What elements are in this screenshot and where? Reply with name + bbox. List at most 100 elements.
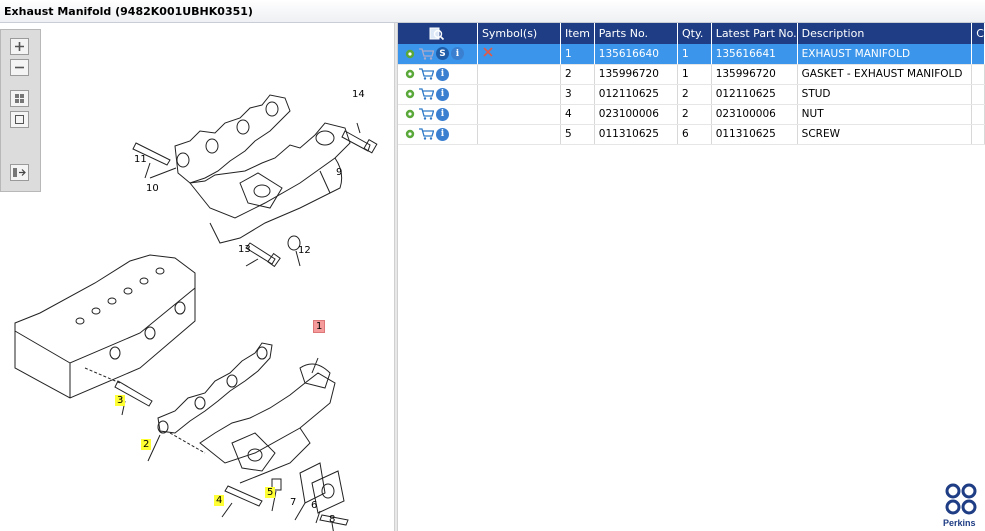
fit-window-button[interactable] [10,111,29,128]
cart-icon[interactable] [418,128,434,140]
latest-part-no-cell: 012110625 [711,84,798,105]
gear-icon[interactable] [404,48,416,60]
symbols-cell [477,44,561,65]
export-list-icon [13,168,26,177]
column-header-symbols[interactable]: Symbol(s) [477,23,561,44]
zoom-in-icon [15,42,24,51]
table-row[interactable]: i 3 012110625 2 012110625 STUD [398,84,985,105]
export-list-button[interactable] [10,164,29,181]
extra-cell [971,84,985,105]
item-cell: 3 [560,84,595,105]
item-cell: 4 [560,104,595,125]
info-icon[interactable]: i [436,67,449,81]
viewer-toolbox [0,29,41,192]
column-header-c[interactable]: C [971,23,985,44]
window-title-bar: Exhaust Manifold (9482K001UBHK0351) [0,0,985,23]
extra-cell [971,64,985,85]
info-icon[interactable]: i [436,127,449,141]
fit-all-icon [15,94,24,103]
row-actions: i [398,104,478,125]
callout-6[interactable]: 6 [311,500,317,511]
latest-part-no-cell: 023100006 [711,104,798,125]
callout-10[interactable]: 10 [146,183,159,194]
callout-13[interactable]: 13 [238,244,251,255]
symbols-cell [477,64,561,85]
table-row[interactable]: S i 1 135616640 1 135616641 EXHAUST MANI… [398,44,985,65]
gear-icon[interactable] [404,88,416,100]
fit-window-icon [15,115,24,124]
callout-5[interactable]: 5 [265,487,276,498]
gear-icon[interactable] [404,108,416,120]
info-icon[interactable]: i [451,47,464,61]
parts-no-cell: 135996720 [594,64,679,85]
qty-cell: 1 [677,44,712,65]
callout-12[interactable]: 12 [298,245,311,256]
callout-11[interactable]: 11 [134,154,147,165]
parts-list-grid: Symbol(s) Item Parts No. Qty. Latest Par… [398,23,985,531]
callout-4[interactable]: 4 [214,495,225,506]
qty-cell: 1 [677,64,712,85]
table-header-row: Symbol(s) Item Parts No. Qty. Latest Par… [398,23,985,44]
info-icon[interactable]: i [436,87,449,101]
column-header-qty[interactable]: Qty. [677,23,712,44]
column-header-latest-part-no[interactable]: Latest Part No. [711,23,798,44]
row-actions: i [398,64,478,85]
zoom-out-button[interactable] [10,59,29,76]
latest-part-no-cell: 011310625 [711,124,798,145]
qty-cell: 2 [677,84,712,105]
parts-table: Symbol(s) Item Parts No. Qty. Latest Par… [398,23,985,145]
item-cell: 5 [560,124,595,145]
item-cell: 1 [560,44,595,65]
callout-1[interactable]: 1 [313,320,326,333]
window-title: Exhaust Manifold (9482K001UBHK0351) [4,5,253,18]
qty-cell: 6 [677,124,712,145]
gear-icon[interactable] [404,68,416,80]
callout-8[interactable]: 8 [329,514,335,525]
description-cell: EXHAUST MANIFOLD [797,44,973,65]
cart-icon[interactable] [418,48,434,60]
parts-no-cell: 023100006 [594,104,679,125]
cart-icon[interactable] [418,68,434,80]
column-header-description[interactable]: Description [797,23,973,44]
latest-part-no-cell: 135616641 [711,44,798,65]
extra-cell [971,44,985,65]
illustration-pane[interactable]: 14 11 10 9 13 12 1 3 2 4 5 7 6 8 [0,23,394,531]
exploded-parts-diagram [14,94,378,531]
service-badge-icon[interactable]: S [436,47,449,61]
cart-icon[interactable] [418,88,434,100]
column-header-find[interactable] [398,23,478,44]
extra-cell [971,104,985,125]
item-cell: 2 [560,64,595,85]
column-header-parts-no[interactable]: Parts No. [594,23,679,44]
fit-all-button[interactable] [10,90,29,107]
info-icon[interactable]: i [436,107,449,121]
parts-no-cell: 135616640 [594,44,679,65]
callout-3[interactable]: 3 [115,395,126,406]
symbols-cell [477,124,561,145]
table-row[interactable]: i 5 011310625 6 011310625 SCREW [398,124,985,145]
gear-icon[interactable] [404,128,416,140]
find-part-icon [429,27,445,40]
zoom-in-button[interactable] [10,38,29,55]
table-row[interactable]: i 2 135996720 1 135996720 GASKET - EXHAU… [398,64,985,85]
row-actions: i [398,84,478,105]
description-cell: STUD [797,84,973,105]
column-header-item[interactable]: Item [560,23,595,44]
symbols-cell [477,104,561,125]
description-cell: SCREW [797,124,973,145]
callout-9[interactable]: 9 [336,167,342,178]
zoom-out-icon [15,66,24,69]
callout-2[interactable]: 2 [141,439,152,450]
row-actions: i [398,124,478,145]
parts-no-cell: 012110625 [594,84,679,105]
row-actions: S i [398,44,478,65]
cart-icon[interactable] [418,108,434,120]
callout-7[interactable]: 7 [290,497,296,508]
brand-name: Perkins [943,518,976,528]
extra-cell [971,124,985,145]
callout-14[interactable]: 14 [352,89,365,100]
table-row[interactable]: i 4 023100006 2 023100006 NUT [398,104,985,125]
latest-part-no-cell: 135996720 [711,64,798,85]
qty-cell: 2 [677,104,712,125]
symbols-cell [477,84,561,105]
